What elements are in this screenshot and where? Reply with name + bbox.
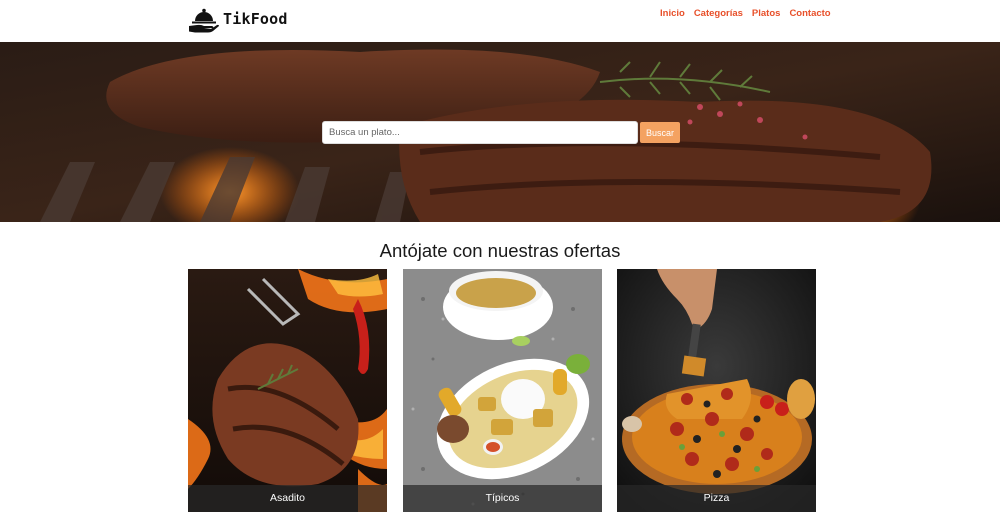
hero-banner: Buscar: [0, 42, 1000, 222]
main-nav: Inicio Categorías Platos Contacto: [660, 8, 831, 20]
cloche-icon: [189, 8, 219, 33]
offer-card-label: Típicos: [403, 485, 602, 512]
offer-card-label: Pizza: [617, 485, 816, 512]
offer-card-label: Asadito: [188, 485, 387, 512]
brand-logo[interactable]: TikFood: [187, 3, 288, 35]
pizza-image: [617, 269, 816, 512]
typical-dish-image: [403, 269, 602, 512]
offer-card-asadito[interactable]: Asadito: [188, 269, 387, 512]
nav-item-platos[interactable]: Platos: [752, 8, 781, 20]
grilled-meat-image: [188, 269, 387, 512]
offers-title: Antójate con nuestras ofertas: [379, 240, 621, 261]
search-input[interactable]: [322, 121, 638, 144]
brand-name: TikFood: [223, 10, 288, 28]
nav-item-categorias[interactable]: Categorías: [694, 8, 743, 20]
nav-item-contacto[interactable]: Contacto: [789, 8, 830, 20]
site-header: TikFood Inicio Categorías Platos Contact…: [0, 0, 1000, 42]
offer-card-tipicos[interactable]: Típicos: [403, 269, 602, 512]
offer-card-pizza[interactable]: Pizza: [617, 269, 816, 512]
search-button[interactable]: Buscar: [640, 122, 680, 143]
nav-item-inicio[interactable]: Inicio: [660, 8, 685, 20]
